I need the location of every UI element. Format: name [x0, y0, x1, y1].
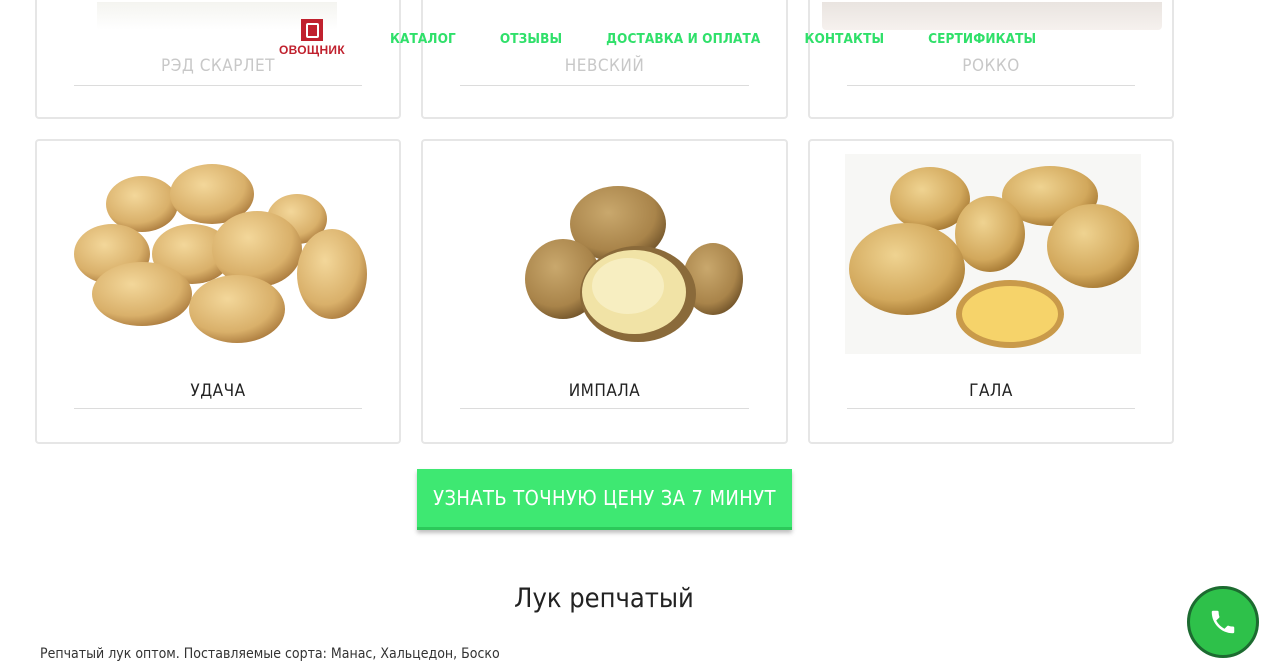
product-card-impala[interactable]: ИМПАЛА [421, 139, 788, 444]
nav-item-contacts[interactable]: КОНТАКТЫ [804, 31, 884, 47]
phone-icon [1211, 610, 1235, 634]
nav-item-reviews[interactable]: ОТЗЫВЫ [500, 31, 562, 47]
logo-icon [301, 19, 323, 41]
section-description: Репчатый лук оптом. Поставляемые сорта: … [40, 646, 500, 662]
divider [847, 85, 1135, 86]
divider [847, 408, 1135, 409]
product-title: ИМПАЛА [568, 381, 641, 401]
nav-item-certificates[interactable]: СЕРТИФИКАТЫ [928, 31, 1036, 47]
logo[interactable]: ОВОЩНИК [277, 19, 347, 59]
divider [74, 85, 362, 86]
potato-image [525, 186, 743, 342]
nav-item-delivery[interactable]: ДОСТАВКА И ОПЛАТА [606, 31, 760, 47]
product-card-udacha[interactable]: УДАЧА [35, 139, 401, 444]
nav-item-catalog[interactable]: КАТАЛОГ [390, 31, 456, 47]
divider [460, 85, 749, 86]
main-nav: КАТАЛОГ ОТЗЫВЫ ДОСТАВКА И ОПЛАТА КОНТАКТ… [390, 31, 1080, 47]
potato-image [74, 164, 367, 343]
call-button[interactable] [1187, 586, 1259, 658]
site-header: ОВОЩНИК КАТАЛОГ ОТЗЫВЫ ДОСТАВКА И ОПЛАТА… [0, 0, 1274, 78]
divider [460, 408, 749, 409]
get-price-button[interactable]: УЗНАТЬ ТОЧНУЮ ЦЕНУ ЗА 7 МИНУТ [417, 469, 792, 530]
section-title: Лук репчатый [514, 583, 694, 614]
product-title: УДАЧА [190, 381, 246, 401]
product-card-gala[interactable]: ГАЛА [808, 139, 1174, 444]
potato-image [849, 166, 1139, 348]
divider [74, 408, 362, 409]
product-title: ГАЛА [969, 381, 1013, 401]
logo-text: ОВОЩНИК [279, 43, 345, 57]
